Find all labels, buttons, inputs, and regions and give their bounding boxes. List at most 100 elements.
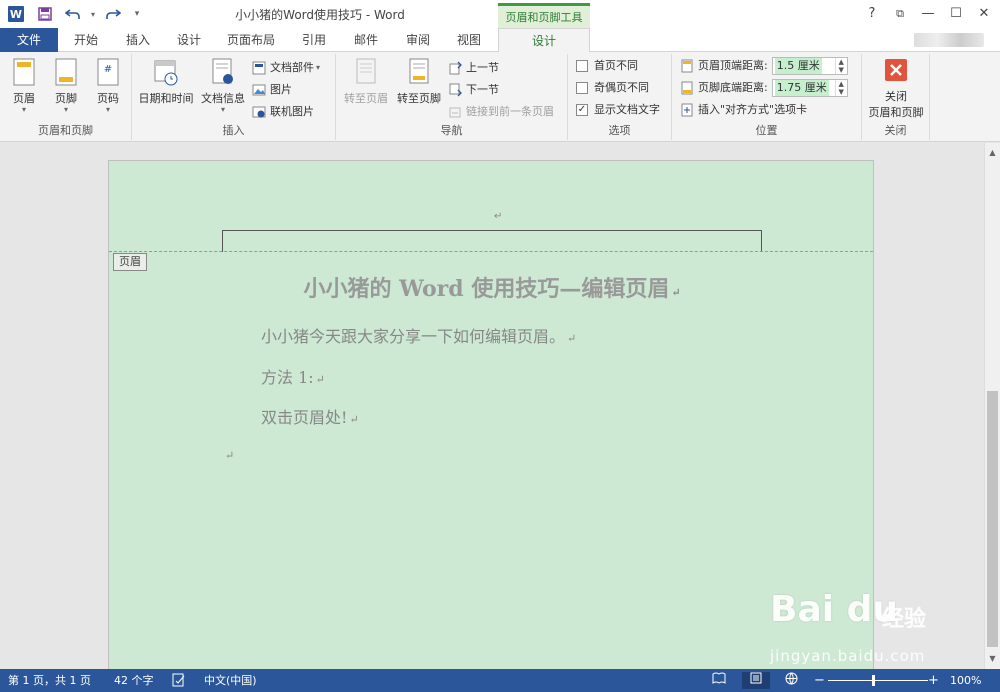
document-heading[interactable]: 小小猪的 Word 使用技巧—编辑页眉 ↵ (109, 271, 875, 303)
tab-home[interactable]: 开始 (62, 28, 110, 52)
page-number-button[interactable]: # 页码 ▾ (88, 58, 128, 114)
chevron-down-icon: ▾ (220, 105, 225, 114)
header-label: 页眉 (13, 92, 35, 105)
page-number-icon: # (97, 58, 119, 86)
different-odd-even-checkbox[interactable]: 奇偶页不同 (576, 78, 649, 98)
account-name[interactable] (914, 33, 984, 47)
zoom-slider-thumb[interactable] (872, 675, 875, 686)
tab-view[interactable]: 视图 (446, 28, 492, 52)
chevron-down-icon: ▾ (105, 105, 110, 114)
group-position: 页眉顶端距离: 1.5 厘米 ▲ ▼ 页脚底端距离: 1.75 厘米 ▲ ▼ 插入"… (672, 54, 862, 140)
paragraph-text: 小小猪今天跟大家分享一下如何编辑页眉。 (261, 327, 566, 346)
page-number-label: 页码 (97, 92, 119, 105)
title-bar: W ▾ ▾ 小小猪的Word使用技巧 - Word 页眉和页脚工具 ? ⧉ — … (0, 0, 1000, 28)
paragraph-mark: ↵ (671, 286, 681, 299)
tab-design-doc[interactable]: 设计 (166, 28, 212, 52)
previous-section-icon (449, 61, 462, 75)
group-label-close: 关闭 (884, 124, 907, 137)
paragraph-mark: ↵ (225, 449, 235, 462)
web-layout-icon[interactable] (780, 672, 802, 689)
page-count[interactable]: 第 1 页，共 1 页 (8, 669, 91, 692)
paragraph-text: 方法 1: (261, 368, 314, 387)
group-options: 首页不同 奇偶页不同 ✓ 显示文档文字 选项 (568, 54, 672, 140)
date-time-button[interactable]: 日期和时间 (136, 58, 196, 106)
empty-paragraph[interactable]: ↵ (223, 448, 234, 462)
tab-mailings[interactable]: 邮件 (342, 28, 390, 52)
header-tag: 页眉 (113, 253, 147, 271)
link-previous-button[interactable]: 链接到前一条页眉 (448, 102, 554, 122)
goto-footer-button[interactable]: 转至页脚 (394, 58, 444, 106)
print-layout-icon[interactable] (742, 672, 770, 689)
read-mode-icon[interactable] (708, 672, 730, 689)
language[interactable]: 中文(中国) (204, 669, 257, 692)
scroll-down-icon[interactable]: ▼ (985, 651, 1000, 667)
word-count[interactable]: 42 个字 (114, 669, 154, 692)
footer-bottom-value[interactable]: 1.75 厘米 (774, 80, 829, 96)
close-button[interactable]: ✕ (972, 4, 996, 24)
doc-parts-button[interactable]: 文档部件 ▾ (252, 58, 320, 78)
doc-info-button[interactable]: 文档信息 ▾ (200, 58, 246, 114)
next-section-icon (449, 83, 462, 97)
close-x-icon (885, 59, 907, 81)
picture-button[interactable]: 图片 (252, 80, 292, 100)
close-header-footer-button[interactable]: 关闭 页眉和页脚 (862, 58, 930, 120)
header-button[interactable]: 页眉 ▾ (4, 58, 44, 114)
ribbon: 页眉 ▾ 页脚 ▾ # 页码 ▾ 页眉和页脚 日期和时间 文档信息 ▾ 文档部件… (0, 52, 1000, 142)
spinner-arrows-icon[interactable]: ▲ ▼ (834, 80, 847, 96)
online-picture-button[interactable]: 联机图片 (252, 102, 314, 122)
paragraph-1[interactable]: 小小猪今天跟大家分享一下如何编辑页眉。 ↵ (261, 323, 576, 347)
tab-file[interactable]: 文件 (0, 28, 58, 52)
picture-label: 图片 (270, 83, 292, 96)
minimize-button[interactable]: — (916, 4, 940, 24)
checkbox-checked[interactable]: ✓ (576, 104, 588, 116)
tab-review[interactable]: 审阅 (394, 28, 442, 52)
next-section-button[interactable]: 下一节 (448, 80, 499, 100)
paragraph-2[interactable]: 方法 1: ↵ (261, 364, 325, 388)
maximize-button[interactable]: ☐ (944, 4, 968, 24)
paragraph-3[interactable]: 双击页眉处! ↵ (261, 404, 359, 428)
header-border-line (222, 230, 762, 252)
insert-alignment-tab-button[interactable]: 插入"对齐方式"选项卡 (680, 100, 807, 120)
doc-parts-label: 文档部件 (270, 61, 314, 74)
tab-page-layout[interactable]: 页面布局 (216, 28, 286, 52)
different-first-page-checkbox[interactable]: 首页不同 (576, 56, 638, 76)
goto-header-icon (356, 58, 376, 84)
scrollbar-thumb[interactable] (987, 391, 998, 647)
vertical-scrollbar[interactable]: ▲ ▼ (984, 143, 1000, 669)
zoom-slider-track[interactable] (828, 680, 928, 681)
document-page[interactable]: ↵ 页眉 小小猪的 Word 使用技巧—编辑页眉 ↵ 小小猪今天跟大家分享一下如何… (108, 160, 874, 670)
chevron-down-icon: ▾ (21, 105, 26, 114)
footer-bottom-spinner[interactable]: 1.75 厘米 ▲ ▼ (771, 79, 848, 97)
svg-text:#: # (104, 64, 112, 75)
goto-header-button[interactable]: 转至页眉 (340, 58, 392, 106)
show-document-text-checkbox[interactable]: ✓ 显示文档文字 (576, 100, 660, 120)
zoom-level[interactable]: 100% (950, 669, 981, 692)
help-button[interactable]: ? (860, 4, 884, 24)
picture-icon (252, 84, 266, 96)
scroll-up-icon[interactable]: ▲ (985, 145, 1000, 161)
footer-label: 页脚 (55, 92, 77, 105)
checkbox-unchecked[interactable] (576, 82, 588, 94)
header-top-value[interactable]: 1.5 厘米 (774, 58, 822, 74)
chevron-down-icon: ▾ (316, 63, 321, 72)
prev-section-button[interactable]: 上一节 (448, 58, 499, 78)
tab-references[interactable]: 引用 (290, 28, 338, 52)
baidu-jingyan-watermark: Bai du 经验 jingyan.baidu.com (770, 585, 980, 669)
tab-header-footer-design[interactable]: 设计 (498, 28, 590, 53)
spinner-arrows-icon[interactable]: ▲ ▼ (834, 58, 847, 74)
footer-button[interactable]: 页脚 ▾ (46, 58, 86, 114)
zoom-in-button[interactable]: + (928, 669, 939, 692)
footer-bottom-label: 页脚底端距离: (698, 81, 768, 94)
checkbox-unchecked[interactable] (576, 60, 588, 72)
heading-text: 小小猪的 Word 使用技巧—编辑页眉 (303, 276, 670, 302)
ribbon-display-button[interactable]: ⧉ (888, 4, 912, 24)
close-label-line1: 关闭 (885, 90, 907, 103)
header-top-spinner[interactable]: 1.5 厘米 ▲ ▼ (771, 57, 848, 75)
zoom-out-button[interactable]: − (814, 669, 825, 692)
doc-parts-icon (252, 61, 266, 75)
prev-section-label: 上一节 (466, 61, 499, 74)
proofing-icon[interactable] (172, 669, 186, 692)
tab-insert[interactable]: 插入 (114, 28, 162, 52)
group-insert: 日期和时间 文档信息 ▾ 文档部件 ▾ 图片 联机图片 插入 (132, 54, 336, 140)
header-top-label: 页眉顶端距离: (698, 59, 768, 72)
